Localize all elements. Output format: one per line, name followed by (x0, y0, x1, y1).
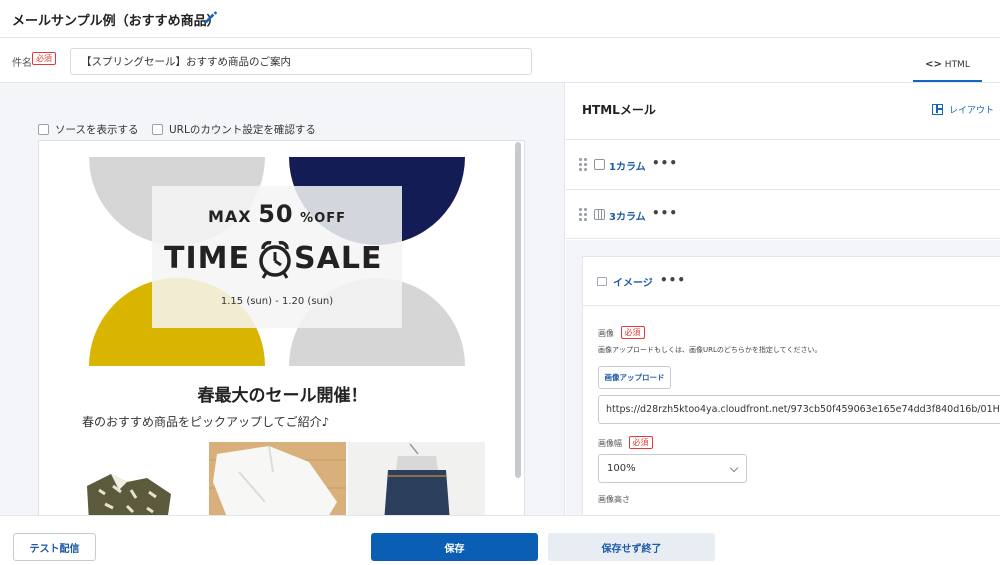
banner-sale-text: SALE (294, 241, 383, 276)
more-options-icon[interactable]: ••• (652, 156, 678, 170)
shirt-icon (87, 474, 171, 515)
email-body-text: 春のおすすめ商品をピックアップしてご紹介♪ (82, 415, 330, 429)
preview-pane: ソースを表示する URLのカウント設定を確認する MAX 50 %OFF TIM… (0, 83, 565, 515)
height-field-label: 画像高さ (598, 494, 630, 505)
image-field-label: 画像 必須 (598, 326, 645, 339)
block-label[interactable]: 3カラム (609, 208, 646, 223)
image-block-settings: イメージ ••• 画像 必須 画像アップロードもしくは、画像URLのどちらかを指… (582, 256, 1000, 515)
three-column-icon (594, 209, 605, 220)
alarm-clock-icon (259, 240, 291, 279)
panel-title: HTMLメール (582, 103, 656, 117)
product-image-shirt[interactable] (69, 442, 206, 515)
preview-scrollbar[interactable] (515, 142, 521, 478)
image-icon (597, 277, 607, 286)
image-label-text: 画像 (598, 329, 614, 338)
test-send-button[interactable]: テスト配信 (13, 533, 96, 561)
image-upload-button[interactable]: 画像アップロード (598, 366, 671, 389)
checkbox-box[interactable] (152, 124, 163, 135)
drag-handle-icon[interactable] (579, 158, 587, 171)
layout-icon (932, 104, 943, 115)
banner-time-text: TIME (164, 241, 250, 276)
more-options-icon[interactable]: ••• (660, 273, 686, 287)
block-single-column[interactable]: 1カラム ••• (566, 139, 1000, 189)
width-label-text: 画像幅 (598, 439, 622, 448)
more-options-icon[interactable]: ••• (652, 206, 678, 220)
width-field-label: 画像幅 必須 (598, 436, 653, 449)
banner-max-text: MAX (207, 207, 252, 226)
sale-banner-image[interactable]: MAX 50 %OFF TIME SALE 1.15 (sun) - 1.20 … (89, 157, 465, 366)
settings-pane: HTMLメール レイアウト 1カラム ••• 3カラム ••• イメージ ••• (566, 83, 1000, 515)
banner-time-sale: TIME SALE (164, 236, 390, 280)
tab-html[interactable]: <> HTML (913, 52, 982, 82)
show-source-checkbox[interactable]: ソースを表示する (38, 122, 138, 137)
subject-label: 件名 (12, 58, 32, 69)
layout-button[interactable]: レイアウト (932, 103, 994, 116)
required-badge: 必須 (628, 436, 653, 449)
image-width-select[interactable]: 100% (598, 454, 747, 483)
page-title: メールサンプル例（おすすめ商品） (12, 14, 220, 29)
banner-off: %OFF (300, 211, 347, 226)
product-image-white-shirt[interactable] (209, 442, 346, 515)
show-source-label: ソースを表示する (55, 124, 139, 136)
image-width-value: 100% (607, 463, 636, 474)
block-label[interactable]: 1カラム (609, 158, 646, 173)
required-badge: 必須 (32, 52, 56, 65)
banner-percent: 50 (258, 200, 294, 228)
checkbox-box[interactable] (38, 124, 49, 135)
image-hint: 画像アップロードもしくは、画像URLのどちらかを指定してください。 (598, 346, 822, 354)
chevron-down-icon (729, 463, 739, 473)
banner-dates: 1.15 (sun) - 1.20 (sun) (220, 296, 334, 307)
code-icon: <> (925, 59, 942, 70)
layout-label: レイアウト (949, 106, 995, 116)
banner-card: MAX 50 %OFF TIME SALE 1.15 (sun) - 1.20 … (152, 186, 402, 328)
drag-handle-icon[interactable] (579, 208, 587, 221)
image-url-input[interactable] (598, 395, 1000, 424)
subject-input[interactable] (70, 48, 532, 75)
product-image-jeans[interactable] (348, 442, 485, 515)
check-url-count-label: URLのカウント設定を確認する (169, 124, 316, 136)
pencil-icon[interactable] (202, 8, 220, 26)
tab-html-label: HTML (944, 60, 970, 70)
banner-discount: MAX 50 %OFF (152, 200, 402, 228)
check-url-count-checkbox[interactable]: URLのカウント設定を確認する (152, 122, 316, 137)
email-preview[interactable]: MAX 50 %OFF TIME SALE 1.15 (sun) - 1.20 … (38, 140, 525, 515)
image-block-label[interactable]: イメージ (613, 274, 653, 289)
jeans-icon (384, 443, 450, 515)
email-heading: 春最大のセール開催！ (197, 386, 368, 406)
footer-bar: テスト配信 保存 保存せず終了 (0, 515, 1000, 565)
required-badge: 必須 (620, 326, 645, 339)
save-button[interactable]: 保存 (371, 533, 538, 561)
single-column-icon (594, 159, 605, 170)
height-label-text: 画像高さ (598, 495, 630, 504)
top-header: メールサンプル例（おすすめ商品） (0, 0, 1000, 38)
image-block-header[interactable]: イメージ ••• (583, 257, 1000, 306)
white-shirt-icon (209, 445, 346, 515)
block-three-column[interactable]: 3カラム ••• (566, 189, 1000, 239)
quit-without-save-button[interactable]: 保存せず終了 (548, 533, 715, 561)
